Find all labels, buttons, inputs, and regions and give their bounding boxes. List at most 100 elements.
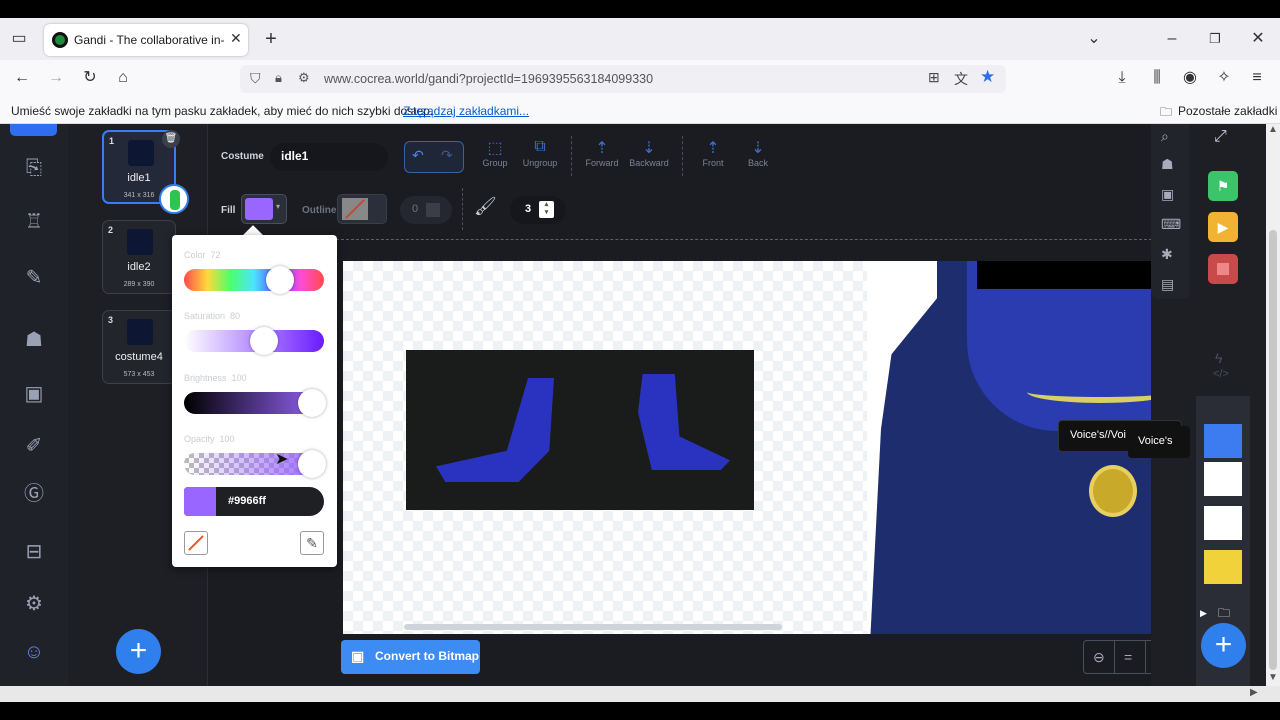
costume-card[interactable]: 2 idle2 289 x 390 <box>102 220 176 294</box>
code-file-icon[interactable]: ⎘ <box>20 154 48 182</box>
back-icon[interactable]: ← <box>10 66 34 90</box>
home-icon[interactable]: ⌂ <box>111 66 135 90</box>
image-icon[interactable]: ▣ <box>20 380 48 408</box>
reload-icon[interactable]: ↻ <box>78 66 102 90</box>
chevron-down-icon[interactable]: ⌄ <box>1082 27 1106 51</box>
page-v-scrollbar[interactable]: ▲ ▼ <box>1266 124 1280 686</box>
brightness-slider-knob[interactable] <box>298 389 326 417</box>
play-button[interactable]: ▶ <box>1208 212 1238 242</box>
fill-color-picker[interactable]: ▾ <box>241 194 287 224</box>
edit-image-icon[interactable]: ✐ <box>20 432 48 460</box>
zoom-reset-icon[interactable]: = <box>1124 649 1132 665</box>
zoom-out-icon[interactable]: ⊖ <box>1093 649 1105 666</box>
extensions-icon[interactable]: ✧ <box>1212 66 1236 90</box>
robot-icon[interactable]: ☗ <box>20 326 48 354</box>
menu-icon[interactable]: ≡ <box>1245 66 1269 90</box>
permissions-icon[interactable]: ⚙ <box>298 70 310 86</box>
sprite-thumbnail[interactable] <box>1204 550 1242 584</box>
other-bookmarks[interactable]: Pozostałe zakładki <box>1178 104 1277 118</box>
tab-list-icon[interactable]: ▭ <box>7 27 31 51</box>
back-button[interactable]: ⇣ Back <box>733 138 783 168</box>
manage-bookmarks-link[interactable]: Zarządzaj zakładkami... <box>403 104 529 118</box>
scroll-down-icon[interactable]: ▼ <box>1268 672 1278 683</box>
undo-icon[interactable]: ↶ <box>412 147 424 164</box>
bug-icon[interactable]: ✱ <box>1161 246 1173 263</box>
sprite-thumbnail[interactable] <box>1204 506 1242 540</box>
close-window-icon[interactable]: ✕ <box>1246 27 1270 51</box>
shield-icon[interactable]: ⛉ <box>250 70 261 87</box>
eyedropper-button[interactable]: ✎ <box>300 531 324 555</box>
hex-input[interactable]: #9966ff <box>184 487 324 516</box>
folder-icon[interactable]: 🗀 <box>1218 604 1230 625</box>
stepper-icon[interactable]: ▴ ▾ <box>539 201 554 218</box>
downloads-icon[interactable]: ⤓ <box>1110 66 1134 90</box>
library-icon[interactable]: ⫼ <box>1145 66 1169 90</box>
redo-icon[interactable]: ↷ <box>441 147 453 164</box>
scroll-right-icon[interactable]: ▶ <box>1250 687 1258 698</box>
translate-icon[interactable]: 文 <box>954 69 968 89</box>
page-h-scrollbar[interactable]: ▶ <box>0 686 1280 702</box>
front-button[interactable]: ⇡ Front <box>688 138 738 168</box>
delete-costume-icon[interactable]: 🗑︎ <box>162 130 180 148</box>
document-icon[interactable]: ▤ <box>1161 276 1174 293</box>
scroll-thumb[interactable] <box>1269 230 1277 670</box>
lightning-icon[interactable]: ϟ <box>1215 350 1222 366</box>
browser-tab[interactable]: Gandi - The collaborative in-bro ✕ <box>44 24 248 56</box>
scroll-up-icon[interactable]: ▲ <box>1268 124 1278 135</box>
sprite-thumbnail[interactable] <box>1204 462 1242 496</box>
ungroup-button[interactable]: ⧉ Ungroup <box>515 138 565 168</box>
briefcase-icon[interactable]: ⊟ <box>20 538 48 566</box>
brightness-slider[interactable] <box>184 389 326 417</box>
costume-name-input[interactable]: idle1 <box>270 143 388 171</box>
forward-icon[interactable]: → <box>44 66 68 90</box>
lock-icon[interactable]: 🔒︎ <box>275 70 282 86</box>
gear-icon[interactable]: ⚙ <box>20 590 48 618</box>
convert-to-bitmap-button[interactable]: ▣ Convert to Bitmap <box>341 640 480 674</box>
forward-button[interactable]: ⇡ Forward <box>577 138 627 168</box>
no-color-button[interactable] <box>184 531 208 555</box>
expand-folder-icon[interactable]: ▶ <box>1200 608 1207 619</box>
account-icon[interactable]: ◉ <box>1178 66 1202 90</box>
new-tab-icon[interactable]: + <box>259 27 283 51</box>
outline-width-input[interactable]: 0 <box>400 196 452 224</box>
robot-icon[interactable]: ☗ <box>1161 156 1174 173</box>
add-costume-button[interactable]: + <box>116 629 161 674</box>
backward-button[interactable]: ⇣ Backward <box>624 138 674 168</box>
fullscreen-icon[interactable]: ⤢ <box>1214 128 1227 146</box>
brightness-value: 100 <box>231 373 247 383</box>
search-code-icon[interactable]: ⌕ <box>1161 128 1169 145</box>
minimize-icon[interactable]: – <box>1160 27 1184 51</box>
image-icon[interactable]: ▣ <box>1161 186 1174 203</box>
install-app-icon[interactable]: ⊞ <box>928 69 940 86</box>
outline-color-picker[interactable] <box>337 194 387 224</box>
add-sprite-button[interactable]: + <box>1201 623 1246 668</box>
terminal-icon[interactable]: ⌨ <box>1161 216 1181 233</box>
opacity-slider[interactable] <box>184 450 326 478</box>
stop-button[interactable] <box>1208 254 1238 284</box>
back-label: Back <box>747 158 768 168</box>
trophy-icon[interactable]: ♖ <box>20 208 48 236</box>
sprite-thumbnail[interactable] <box>1204 424 1242 458</box>
saturation-slider[interactable] <box>184 327 324 355</box>
color-slider[interactable] <box>184 266 324 294</box>
character-hat <box>977 261 1174 289</box>
close-tab-icon[interactable]: ✕ <box>230 30 242 47</box>
toolbar-divider <box>462 188 463 230</box>
green-flag-button[interactable]: ⚑ <box>1208 171 1238 201</box>
code-icon[interactable]: </> <box>1213 368 1229 380</box>
selected-shapes[interactable] <box>406 350 754 510</box>
restore-icon[interactable]: ❐ <box>1203 27 1227 51</box>
url-text[interactable]: www.cocrea.world/gandi?projectId=1969395… <box>324 72 653 86</box>
saturation-slider-knob[interactable] <box>250 327 278 355</box>
canvas-h-scrollbar[interactable] <box>404 624 782 630</box>
group-button[interactable]: ⬚ Group <box>470 138 520 168</box>
gandi-g-icon[interactable]: Ⓖ <box>20 480 48 508</box>
brush-size-input[interactable]: 3 ▴ ▾ <box>510 196 566 224</box>
bookmark-star-icon[interactable]: ★ <box>980 67 995 87</box>
brush-icon[interactable]: ✎ <box>20 264 48 292</box>
costume-card[interactable]: 3 costume4 573 x 453 <box>102 310 176 384</box>
address-bar[interactable]: ⛉ 🔒︎ ⚙ www.cocrea.world/gandi?projectId=… <box>240 65 1006 93</box>
discord-icon[interactable]: ☺ <box>20 638 48 666</box>
opacity-slider-knob[interactable] <box>298 450 326 478</box>
color-slider-knob[interactable] <box>266 266 294 294</box>
